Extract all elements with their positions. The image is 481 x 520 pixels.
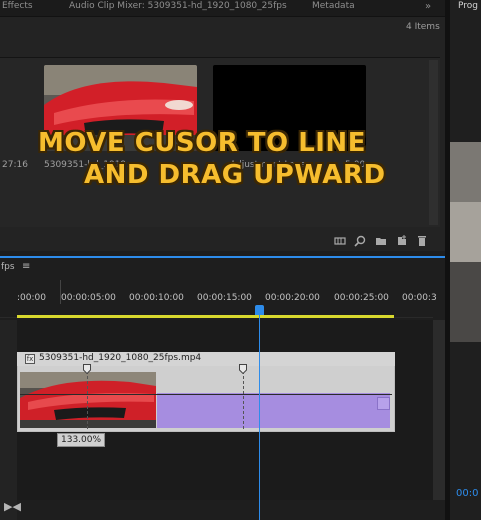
sequence-menu-icon[interactable]: ≡	[22, 261, 30, 272]
clip-end-handle[interactable]	[377, 397, 390, 410]
ruler-tick-label: 00:00:3	[402, 293, 437, 303]
overlay-caption-line2: and drag upward	[84, 160, 386, 190]
ruler-tick-label: 00:00:15:00	[197, 293, 252, 303]
new-item-icon[interactable]	[396, 235, 408, 247]
car-image	[20, 372, 156, 428]
tab-program[interactable]: Prog	[458, 1, 478, 11]
keyframe-marker-icon[interactable]	[239, 364, 247, 374]
keyframe-value-tooltip: 133.00%	[57, 433, 106, 447]
work-area-bar[interactable]	[17, 315, 394, 318]
tab-overflow-button[interactable]: »	[425, 1, 431, 12]
sequence-tab[interactable]: fps	[1, 262, 15, 272]
trash-icon[interactable]	[416, 235, 428, 247]
freeform-view-icon[interactable]	[334, 235, 346, 247]
preview-frame-image	[450, 142, 481, 342]
find-icon[interactable]	[354, 235, 366, 247]
ruler-tick-label: 00:00:10:00	[129, 293, 184, 303]
program-preview	[450, 142, 481, 342]
item-duration-left: 27:16	[2, 160, 28, 170]
ruler-tick-label: 00:00:25:00	[334, 293, 389, 303]
keyframe-marker-icon[interactable]	[83, 364, 91, 374]
items-count: 4 Items	[406, 22, 440, 32]
track-headers	[0, 320, 17, 520]
overlay-caption-line1: Move cusor to line	[38, 128, 366, 158]
clip-thumbnail	[20, 372, 156, 428]
bin-scrollbar[interactable]	[429, 60, 438, 225]
keyframe-guide	[87, 371, 88, 429]
tab-audio-clip-mixer[interactable]: Audio Clip Mixer: 5309351-hd_1920_1080_2…	[69, 1, 287, 11]
clip-name: 5309351-hd_1920_1080_25fps.mp4	[39, 353, 202, 363]
tab-effects[interactable]: Effects	[2, 1, 33, 11]
timeline-scrollbar[interactable]	[433, 320, 445, 500]
tab-metadata[interactable]: Metadata	[312, 1, 355, 11]
project-toolbar	[0, 228, 440, 251]
keyframe-rubber-band[interactable]	[20, 394, 392, 395]
adjustment-region	[157, 393, 390, 428]
program-timecode: 00:0	[456, 488, 479, 499]
fx-badge[interactable]: fx	[25, 354, 35, 364]
keyframe-guide	[243, 371, 244, 429]
ruler-tick-label: :00:00	[17, 293, 46, 303]
new-bin-icon[interactable]	[375, 235, 387, 247]
ruler-tick-label: 00:00:20:00	[265, 293, 320, 303]
ruler-tick-label: 00:00:05:00	[61, 293, 116, 303]
playhead-line[interactable]	[259, 309, 260, 520]
timeline-nav-icon[interactable]: ▶◀	[4, 500, 21, 513]
